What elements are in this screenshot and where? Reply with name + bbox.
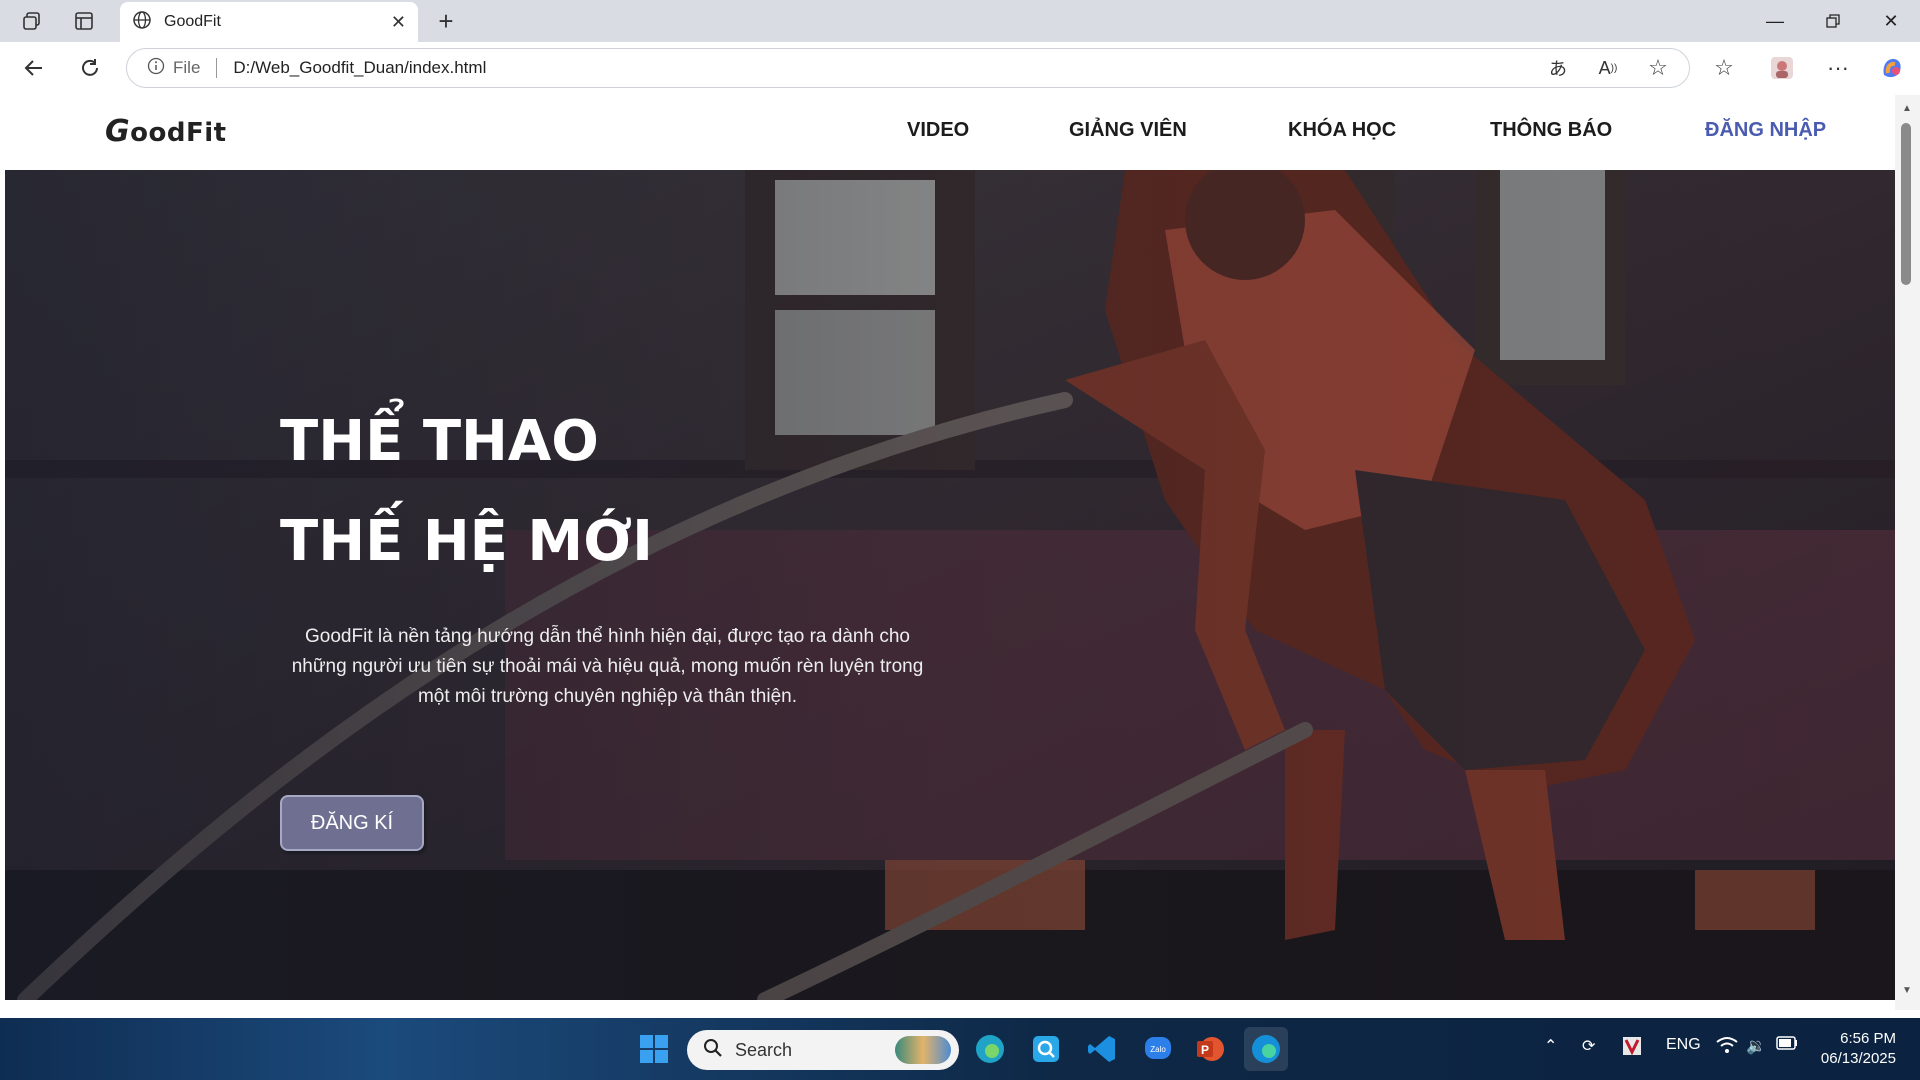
vertical-tabs-icon[interactable] [62,0,106,42]
hero-headline-line2: THẾ HỆ MỚI [280,509,653,574]
edge-icon[interactable] [1244,1027,1288,1071]
nav-notices[interactable]: THÔNG BÁO [1490,119,1612,142]
globe-icon [132,10,152,35]
restore-button[interactable] [1804,0,1862,42]
nav-courses[interactable]: KHÓA HỌC [1288,119,1396,142]
nav-video[interactable]: VIDEO [907,119,969,142]
show-hidden-icons[interactable]: ⌃ [1544,1036,1557,1056]
tab-title: GoodFit [164,13,221,30]
page-bottom-gap [0,1000,1895,1018]
translate-icon[interactable]: あ [1540,52,1576,84]
copilot-icon[interactable] [1874,52,1910,84]
new-tab-button[interactable]: + [430,0,462,42]
volume-icon[interactable]: 🔉 [1746,1036,1766,1056]
vscode-icon[interactable] [1080,1027,1124,1071]
wifi-icon[interactable] [1716,1036,1738,1059]
favorites-icon[interactable]: ☆ [1706,52,1742,84]
site-logo[interactable]: GoodFit [105,114,227,149]
address-url[interactable]: D:/Web_Goodfit_Duan/index.html [233,58,486,78]
more-menu-icon[interactable]: ··· [1820,52,1856,84]
powerpoint-icon[interactable]: P [1188,1027,1232,1071]
search-app-icon[interactable] [1024,1027,1068,1071]
browser-tab-active[interactable]: GoodFit ✕ [120,2,418,42]
scroll-up-arrow-icon[interactable]: ▲ [1902,103,1912,114]
refresh-icon[interactable] [72,52,108,84]
back-icon[interactable] [16,52,52,84]
workspaces-icon[interactable] [10,0,54,42]
hero-section: THỂ THAO THẾ HỆ MỚI GoodFit là nền tảng … [5,170,1895,1000]
register-button[interactable]: ĐĂNG KÍ [280,795,424,851]
address-separator [216,58,218,78]
logo-mark: G [105,114,131,149]
info-icon[interactable] [147,57,165,80]
start-button[interactable] [632,1027,676,1071]
vertical-scrollbar[interactable]: ▲ ▼ [1895,95,1920,1010]
clock-date[interactable]: 06/13/2025 [1818,1050,1896,1067]
nav-login[interactable]: ĐĂNG NHẬP [1705,119,1826,142]
favorite-star-icon[interactable]: ☆ [1640,52,1676,84]
minimize-button[interactable]: — [1746,0,1804,42]
close-tab-icon[interactable]: ✕ [391,12,406,33]
hero-headline: THỂ THAO THẾ HỆ MỚI [280,392,653,592]
sync-icon[interactable]: ⟳ [1582,1036,1595,1056]
nav-instructors[interactable]: GIẢNG VIÊN [1069,119,1187,142]
zalo-icon[interactable]: Zalo [1136,1027,1180,1071]
language-indicator[interactable]: ENG [1666,1036,1701,1054]
edge-beta-icon[interactable] [968,1027,1012,1071]
scroll-down-arrow-icon[interactable]: ▼ [1902,985,1912,996]
hero-headline-line1: THỂ THAO [280,409,599,474]
browser-tab-bar: GoodFit ✕ + — ✕ [0,0,1920,42]
close-window-button[interactable]: ✕ [1862,0,1920,42]
page-viewport: GoodFit VIDEO GIẢNG VIÊN KHÓA HỌC THÔNG … [5,95,1895,1000]
svg-text:Zalo: Zalo [1150,1045,1166,1054]
taskbar-search[interactable]: Search [687,1030,959,1070]
address-scheme: File [173,58,201,77]
address-bar[interactable]: File D:/Web_Goodfit_Duan/index.html [126,48,1690,88]
profile-avatar[interactable] [1764,52,1800,84]
battery-icon[interactable] [1776,1036,1798,1055]
clock-time[interactable]: 6:56 PM [1840,1030,1896,1047]
search-highlight-image [895,1036,951,1064]
search-icon [703,1038,723,1063]
site-header: GoodFit VIDEO GIẢNG VIÊN KHÓA HỌC THÔNG … [5,95,1895,170]
read-aloud-icon[interactable]: A)) [1590,52,1626,84]
logo-text: oodFit [130,118,227,148]
antivirus-icon[interactable] [1622,1036,1642,1061]
search-placeholder: Search [735,1039,793,1060]
svg-text:P: P [1201,1043,1209,1057]
scrollbar-thumb[interactable] [1901,123,1911,285]
hero-description: GoodFit là nền tảng hướng dẫn thể hình h… [291,626,924,707]
